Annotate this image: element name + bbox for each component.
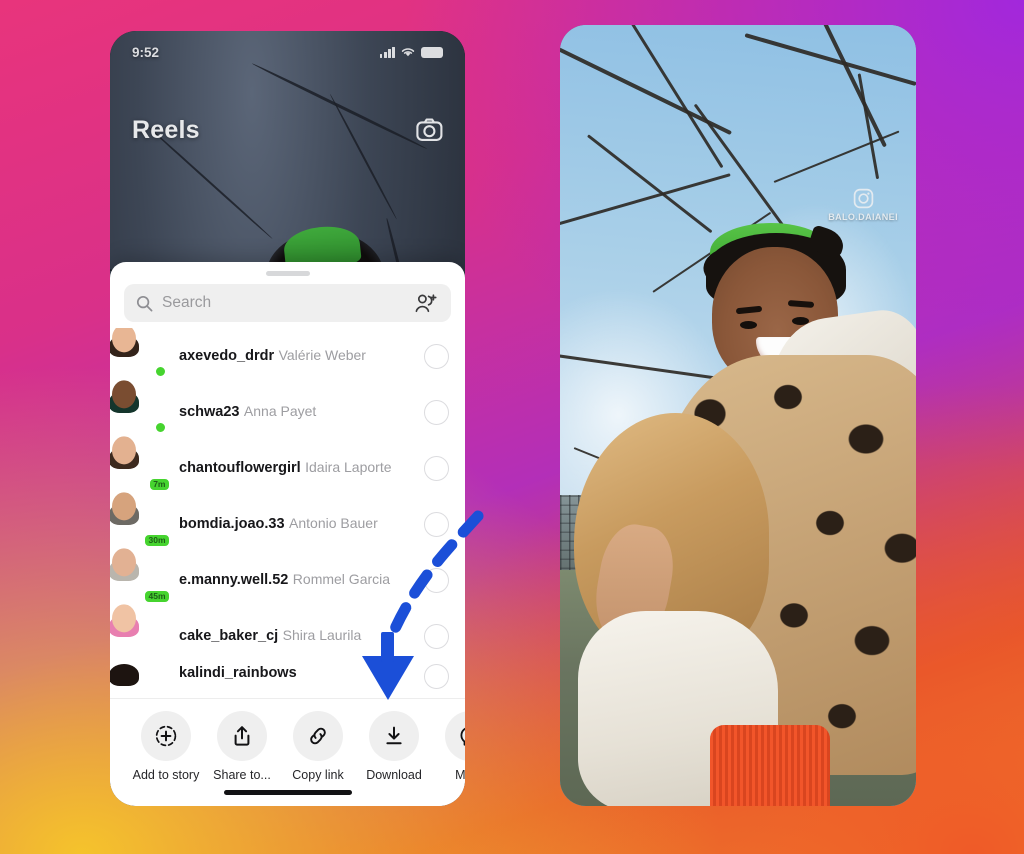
list-item[interactable]: kalindi_rainbows — [110, 664, 465, 690]
avatar — [110, 328, 167, 378]
avatar: 30m — [110, 492, 171, 548]
select-toggle[interactable] — [424, 343, 449, 369]
cellular-bars-icon — [379, 46, 395, 58]
action-label: Add to story — [132, 768, 200, 782]
avatar: 7m — [110, 436, 171, 492]
recipient-fullname: Valérie Weber — [278, 347, 366, 363]
watermark: BALO.DAIANEI — [828, 188, 898, 222]
select-toggle[interactable] — [424, 664, 449, 689]
recipient-username: kalindi_rainbows — [179, 665, 297, 681]
online-dot — [154, 365, 167, 378]
recipient-fullname: Shira Laurila — [282, 627, 362, 643]
list-item[interactable]: 45m e.manny.well.52 Rommel Garcia — [110, 548, 465, 608]
watermark-username: BALO.DAIANEI — [828, 212, 898, 222]
share-sheet: Search axevedo_drdr Valérie Weber schwa2… — [110, 262, 465, 806]
list-item[interactable]: cake_baker_cj Shira Laurila — [110, 604, 465, 664]
recipient-username: e.manny.well.52 — [179, 572, 289, 588]
add-to-story-button[interactable]: Add to story — [128, 711, 204, 782]
recipient-fullname: Rommel Garcia — [292, 571, 391, 587]
recipient-fullname: Anna Payet — [243, 403, 317, 419]
reels-header: Reels — [110, 109, 465, 151]
recipient-fullname: Antonio Bauer — [289, 515, 378, 531]
sheet-drag-handle[interactable] — [265, 271, 310, 276]
left-phone-mockup: 9:52 Reels Search axevedo_drdr Valérie W… — [110, 31, 465, 806]
camera-icon[interactable] — [416, 118, 443, 142]
page-title: Reels — [132, 115, 200, 144]
action-label: Share to... — [213, 768, 271, 782]
search-placeholder: Search — [162, 294, 212, 311]
search-input[interactable]: Search — [124, 284, 451, 322]
right-phone-mockup: BALO.DAIANEI — [560, 25, 916, 806]
recipient-username: cake_baker_cj — [179, 628, 279, 644]
share-action-bar: Add to story Share to... Copy link Downl… — [110, 698, 465, 806]
list-item[interactable]: 7m chantouflowergirl Idaira Laporte — [110, 436, 465, 496]
messenger-icon — [460, 727, 465, 746]
avatar — [110, 380, 167, 434]
recipient-username: schwa23 — [179, 404, 240, 420]
select-toggle[interactable] — [424, 455, 449, 481]
last-active-badge: 30m — [142, 532, 171, 548]
online-dot — [154, 421, 167, 434]
add-people-icon[interactable] — [415, 293, 439, 313]
avatar — [110, 664, 166, 690]
list-item[interactable]: schwa23 Anna Payet — [110, 380, 465, 440]
download-icon — [386, 726, 402, 745]
instagram-icon — [853, 188, 873, 209]
list-item[interactable]: axevedo_drdr Valérie Weber — [110, 328, 465, 384]
last-active-badge: 7m — [147, 476, 171, 492]
select-toggle[interactable] — [424, 567, 449, 593]
shared-photo: BALO.DAIANEI — [560, 25, 916, 806]
download-button[interactable]: Download — [356, 711, 432, 782]
copy-link-button[interactable]: Copy link — [280, 711, 356, 782]
status-time: 9:52 — [132, 44, 160, 60]
wifi-icon — [401, 48, 415, 57]
battery-icon — [421, 46, 443, 58]
action-label: Mess — [455, 768, 465, 782]
select-toggle[interactable] — [424, 511, 449, 537]
add-to-story-icon — [155, 725, 177, 747]
link-icon — [310, 727, 326, 745]
recipient-username: bomdia.joao.33 — [179, 516, 285, 532]
recipient-username: axevedo_drdr — [179, 348, 275, 364]
recipient-username: chantouflowergirl — [179, 460, 301, 476]
action-label: Copy link — [292, 768, 344, 782]
share-upload-icon — [234, 726, 250, 746]
search-icon — [136, 295, 153, 311]
action-label: Download — [366, 768, 422, 782]
messenger-button[interactable]: Mess — [432, 711, 465, 782]
avatar — [110, 604, 166, 657]
share-to-button[interactable]: Share to... — [204, 711, 280, 782]
avatar: 45m — [110, 548, 171, 604]
home-indicator — [223, 790, 352, 795]
select-toggle[interactable] — [424, 399, 449, 425]
recipient-list[interactable]: axevedo_drdr Valérie Weber schwa23 Anna … — [110, 328, 465, 698]
recipient-fullname: Idaira Laporte — [305, 459, 392, 475]
list-item[interactable]: 30m bomdia.joao.33 Antonio Bauer — [110, 492, 465, 552]
select-toggle[interactable] — [424, 623, 449, 649]
status-bar: 9:52 — [110, 31, 465, 73]
last-active-badge: 45m — [142, 588, 171, 604]
